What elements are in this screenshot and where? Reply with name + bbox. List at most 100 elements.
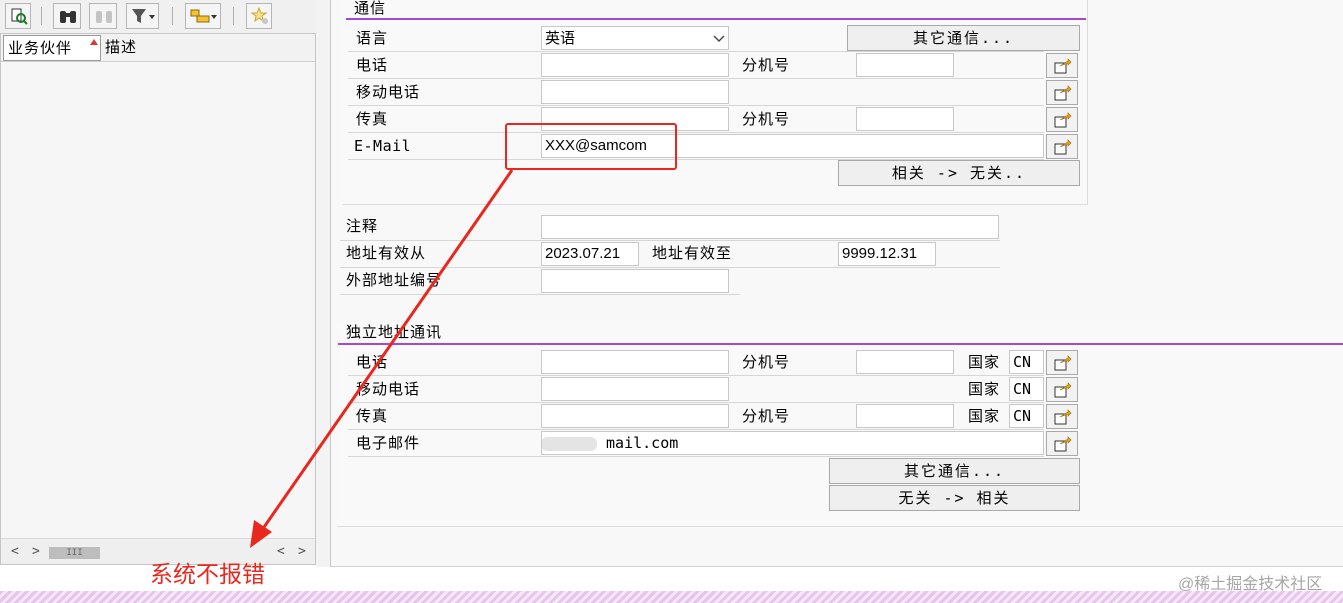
external-address-input[interactable]	[541, 269, 729, 293]
indep-relation-toggle-button[interactable]: 无关 -> 相关	[829, 485, 1080, 511]
find-next-button[interactable]	[89, 3, 117, 29]
valid-from-label: 地址有效从	[346, 244, 427, 262]
indep-section-divider	[338, 343, 1343, 345]
valid-from-input[interactable]: 2023.07.21	[541, 242, 639, 266]
indep-phone-label: 电话	[356, 353, 389, 371]
country-input-3[interactable]: CN	[1009, 404, 1044, 428]
external-address-label: 外部地址编号	[346, 271, 443, 289]
indep-mobile-input[interactable]	[541, 377, 729, 401]
column-header-description[interactable]: 描述	[105, 34, 137, 60]
fax-label: 传真	[356, 110, 389, 128]
filter-icon	[132, 9, 155, 23]
indep-extension-input-1[interactable]	[856, 350, 954, 374]
filter-button[interactable]	[126, 3, 159, 29]
row-line	[348, 429, 1044, 430]
relation-toggle-button[interactable]: 相关 -> 无关..	[838, 160, 1080, 186]
indep-email-input[interactable]: mail.com	[541, 431, 1044, 455]
valid-to-input[interactable]: 9999.12.31	[838, 242, 936, 266]
row-line	[348, 51, 1044, 52]
scroll-left-arrow[interactable]: <	[11, 539, 20, 565]
row-line	[348, 105, 1044, 106]
country-label-2: 国家	[968, 380, 1001, 398]
country-label-1: 国家	[968, 353, 1001, 371]
indep-section-title: 独立地址通讯	[346, 323, 443, 341]
open-detail-icon	[1054, 58, 1072, 74]
scroll-thumb[interactable]: III	[49, 547, 100, 559]
annotation-text: 系统不报错	[150, 561, 265, 587]
bottom-stripe	[0, 591, 1343, 603]
toolbar-separator	[233, 7, 234, 25]
layout-icon	[190, 9, 217, 23]
row-line	[348, 375, 1044, 376]
column-header-partner-label: 业务伙伴	[8, 39, 73, 57]
indep-mobile-detail-button[interactable]	[1046, 377, 1078, 402]
indep-email-value: mail.com	[606, 434, 679, 452]
row-line	[348, 402, 1044, 403]
other-comm-button[interactable]: 其它通信...	[847, 25, 1080, 51]
select-tree-button[interactable]	[5, 3, 31, 29]
indep-other-comm-button[interactable]: 其它通信...	[829, 458, 1080, 484]
column-header-bar: 业务伙伴 描述	[1, 34, 315, 62]
scroll-right-arrow-2[interactable]: >	[298, 539, 307, 565]
open-detail-icon	[1054, 355, 1072, 371]
extension-input-1[interactable]	[856, 53, 954, 77]
indep-fax-input[interactable]	[541, 404, 729, 428]
splitter[interactable]	[316, 0, 330, 567]
language-select[interactable]: 英语	[541, 26, 729, 50]
row-line	[348, 132, 1044, 133]
indep-mobile-label: 移动电话	[356, 380, 421, 398]
extension-input-2[interactable]	[856, 107, 954, 131]
tree-search-icon	[11, 8, 28, 25]
language-label: 语言	[356, 29, 389, 47]
phone-label: 电话	[356, 56, 389, 74]
language-value: 英语	[545, 29, 576, 47]
layout-button[interactable]	[185, 3, 221, 29]
binoculars-disabled-icon	[96, 11, 112, 23]
mobile-label: 移动电话	[356, 83, 421, 101]
open-detail-icon	[1054, 436, 1072, 452]
fax-detail-button[interactable]	[1046, 107, 1078, 132]
left-toolbar	[0, 0, 316, 33]
note-label: 注释	[346, 217, 379, 235]
mobile-input[interactable]	[541, 80, 729, 104]
note-input[interactable]	[541, 215, 999, 239]
indep-phone-detail-button[interactable]	[1046, 350, 1078, 375]
toolbar-separator	[41, 7, 42, 25]
valid-to-label: 地址有效至	[652, 244, 733, 262]
indep-phone-input[interactable]	[541, 350, 729, 374]
email-label: E-Mail	[354, 137, 412, 155]
open-detail-icon	[1054, 382, 1072, 398]
country-input-1[interactable]: CN	[1009, 350, 1044, 374]
indep-email-detail-button[interactable]	[1046, 431, 1078, 456]
email-detail-button[interactable]	[1046, 134, 1078, 159]
scroll-left-arrow-2[interactable]: <	[277, 539, 286, 565]
indep-extension-label-1: 分机号	[742, 353, 791, 371]
open-detail-icon	[1054, 139, 1072, 155]
phone-input[interactable]	[541, 53, 729, 77]
email-blur	[542, 436, 597, 451]
tree-panel: 业务伙伴 描述 < > III < >	[0, 33, 316, 565]
binoculars-icon	[60, 11, 76, 23]
indep-extension-label-2: 分机号	[742, 407, 791, 425]
extension-label-2: 分机号	[742, 110, 791, 128]
mobile-detail-button[interactable]	[1046, 80, 1078, 105]
sort-ascending-icon	[90, 39, 98, 45]
watermark: @稀土掘金技术社区	[1178, 576, 1323, 593]
find-button[interactable]	[53, 3, 81, 29]
country-input-2[interactable]: CN	[1009, 377, 1044, 401]
country-label-3: 国家	[968, 407, 1001, 425]
indep-fax-detail-button[interactable]	[1046, 404, 1078, 429]
open-detail-icon	[1054, 85, 1072, 101]
row-line	[348, 456, 1044, 457]
toolbar-separator	[172, 7, 173, 25]
chevron-down-icon	[713, 35, 725, 42]
phone-detail-button[interactable]	[1046, 53, 1078, 78]
open-detail-icon	[1054, 112, 1072, 128]
extension-label-1: 分机号	[742, 56, 791, 74]
scroll-right-arrow[interactable]: >	[32, 539, 41, 565]
column-header-partner[interactable]: 业务伙伴	[3, 35, 101, 61]
favorites-button[interactable]	[246, 3, 272, 29]
email-highlight-box	[505, 123, 677, 170]
indep-extension-input-2[interactable]	[856, 404, 954, 428]
open-detail-icon	[1054, 409, 1072, 425]
